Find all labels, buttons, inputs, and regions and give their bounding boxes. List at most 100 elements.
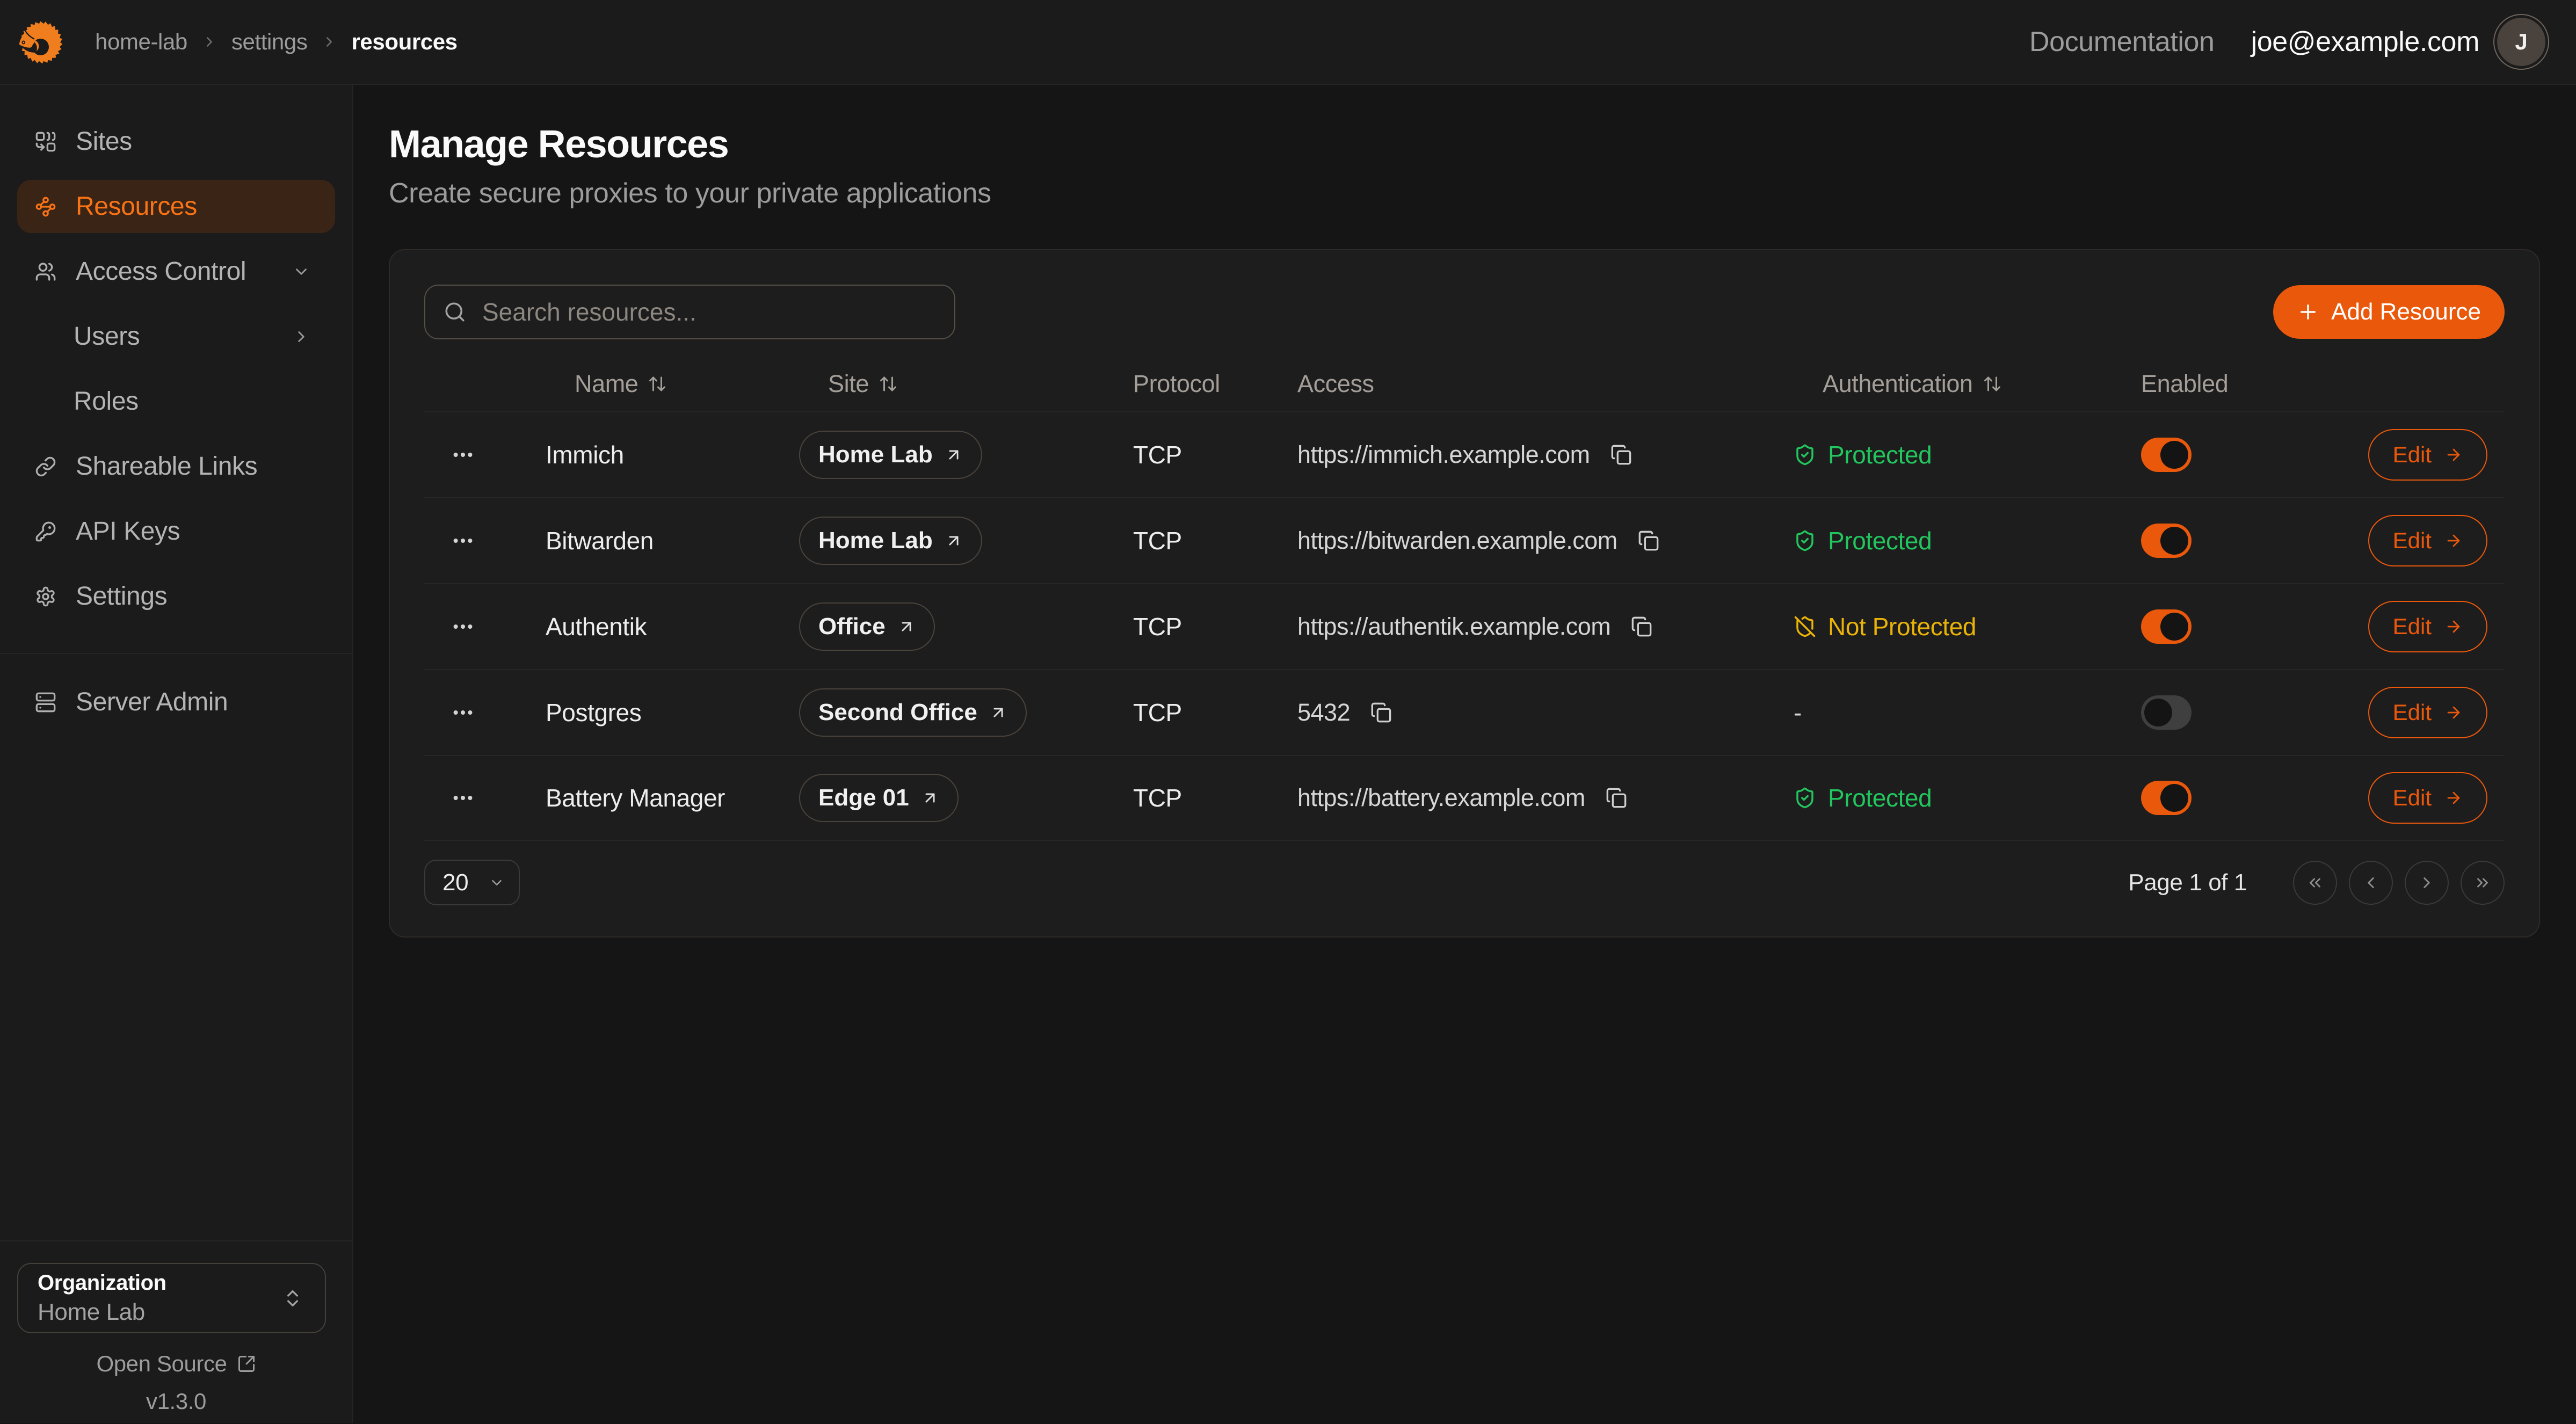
copy-icon [1638, 530, 1659, 551]
site-link[interactable]: Office [799, 602, 935, 651]
row-actions-cell [424, 614, 531, 639]
site-cell: Edge 01 [784, 774, 1118, 822]
search-icon [444, 301, 466, 323]
sidebar-item-settings[interactable]: Settings [17, 570, 335, 623]
site-cell: Home Lab [784, 517, 1118, 565]
copy-button[interactable] [1638, 530, 1659, 551]
organization-selector[interactable]: Organization Home Lab [17, 1263, 326, 1333]
th-authentication[interactable]: Authentication [1779, 370, 2126, 398]
sidebar-item-api-keys[interactable]: API Keys [17, 505, 335, 558]
row-menu-button[interactable] [451, 528, 475, 553]
shield-check-icon [1794, 787, 1816, 809]
enabled-cell [2126, 438, 2308, 472]
enabled-toggle[interactable] [2141, 438, 2192, 472]
access-url-text: https://bitwarden.example.com [1297, 527, 1617, 555]
first-page-button[interactable] [2293, 861, 2337, 905]
edit-button[interactable]: Edit [2368, 687, 2487, 738]
copy-button[interactable] [1610, 444, 1632, 466]
edit-button[interactable]: Edit [2368, 772, 2487, 824]
sidebar: Sites Resources Access Control Users Rol… [0, 85, 353, 1423]
site-name-text: Home Lab [818, 527, 933, 554]
more-horizontal-icon [451, 528, 475, 553]
arrow-right-icon [2444, 703, 2463, 722]
toggle-knob [2160, 441, 2188, 469]
row-menu-button[interactable] [451, 786, 475, 810]
link-icon [35, 456, 56, 477]
sort-icon [879, 374, 898, 394]
arrow-up-right-icon [945, 446, 963, 464]
sidebar-item-resources[interactable]: Resources [17, 180, 335, 233]
breadcrumb-resources[interactable]: resources [351, 29, 457, 55]
row-menu-button[interactable] [451, 442, 475, 467]
th-name[interactable]: Name [531, 370, 784, 398]
edit-button[interactable]: Edit [2368, 515, 2487, 566]
prev-page-button[interactable] [2349, 861, 2393, 905]
arrow-up-right-icon [897, 617, 916, 636]
more-horizontal-icon [451, 700, 475, 725]
user-email[interactable]: joe@example.com [2251, 26, 2479, 58]
edit-button[interactable]: Edit [2368, 429, 2487, 481]
resource-name: Battery Manager [531, 783, 784, 812]
auth-status-text: Protected [1828, 783, 1932, 812]
protocol-text: TCP [1133, 440, 1182, 469]
enabled-toggle[interactable] [2141, 609, 2192, 644]
edit-cell: Edit [2308, 687, 2504, 738]
site-link[interactable]: Edge 01 [799, 774, 959, 822]
last-page-button[interactable] [2461, 861, 2505, 905]
enabled-toggle[interactable] [2141, 695, 2192, 730]
sidebar-footer: Organization Home Lab Open Source v1.3.0 [0, 1240, 352, 1423]
row-menu-button[interactable] [451, 700, 475, 725]
shield-check-icon [1794, 444, 1816, 466]
search-input[interactable] [482, 297, 936, 326]
sidebar-item-server-admin[interactable]: Server Admin [17, 675, 335, 729]
authentication-cell: - [1779, 698, 2126, 727]
sidebar-nav: Sites Resources Access Control Users Rol… [0, 85, 352, 635]
copy-button[interactable] [1370, 702, 1392, 723]
arrow-up-right-icon [945, 532, 963, 550]
th-access: Access [1282, 370, 1779, 398]
breadcrumb-home-lab[interactable]: home-lab [95, 29, 187, 55]
next-page-button[interactable] [2405, 861, 2449, 905]
pangolin-logo-icon[interactable] [19, 21, 63, 63]
auth-status: Protected [1794, 526, 1932, 555]
page-size-select[interactable]: 20 [424, 860, 520, 905]
resource-name-text: Authentik [546, 612, 647, 641]
enabled-toggle[interactable] [2141, 781, 2192, 815]
site-link[interactable]: Second Office [799, 688, 1027, 737]
protocol-cell: TCP [1118, 783, 1282, 812]
page-title: Manage Resources [389, 122, 2540, 166]
edit-button-label: Edit [2393, 614, 2432, 640]
site-link[interactable]: Home Lab [799, 517, 982, 565]
edit-button[interactable]: Edit [2368, 601, 2487, 652]
site-cell: Home Lab [784, 431, 1118, 479]
row-menu-button[interactable] [451, 614, 475, 639]
avatar[interactable]: J [2493, 14, 2549, 70]
th-site[interactable]: Site [784, 370, 1118, 398]
toggle-knob [2160, 784, 2188, 812]
topbar: home-lab settings resources Documentatio… [0, 0, 2576, 85]
shield-off-icon [1794, 615, 1816, 638]
sidebar-item-sites[interactable]: Sites [17, 115, 335, 168]
topbar-right: Documentation joe@example.com J [2029, 14, 2549, 70]
site-link[interactable]: Home Lab [799, 431, 982, 479]
enabled-toggle[interactable] [2141, 524, 2192, 558]
sidebar-item-users[interactable]: Users [17, 310, 335, 363]
resource-name: Postgres [531, 698, 784, 727]
copy-icon [1370, 702, 1392, 723]
chevron-right-icon [2418, 874, 2436, 892]
sidebar-item-roles[interactable]: Roles [17, 375, 335, 428]
edit-button-label: Edit [2393, 785, 2432, 811]
row-actions-cell [424, 442, 531, 467]
add-resource-button[interactable]: Add Resource [2273, 285, 2505, 339]
protocol-cell: TCP [1118, 698, 1282, 727]
open-source-link[interactable]: Open Source [0, 1351, 352, 1377]
arrow-right-icon [2444, 789, 2463, 807]
sidebar-item-access-control[interactable]: Access Control [17, 245, 335, 298]
documentation-link[interactable]: Documentation [2029, 26, 2215, 58]
sidebar-item-shareable-links[interactable]: Shareable Links [17, 440, 335, 493]
site-name-text: Second Office [818, 699, 977, 726]
breadcrumb-settings[interactable]: settings [231, 29, 308, 55]
copy-button[interactable] [1631, 616, 1652, 637]
copy-button[interactable] [1606, 787, 1627, 809]
resource-name-text: Immich [546, 440, 624, 469]
